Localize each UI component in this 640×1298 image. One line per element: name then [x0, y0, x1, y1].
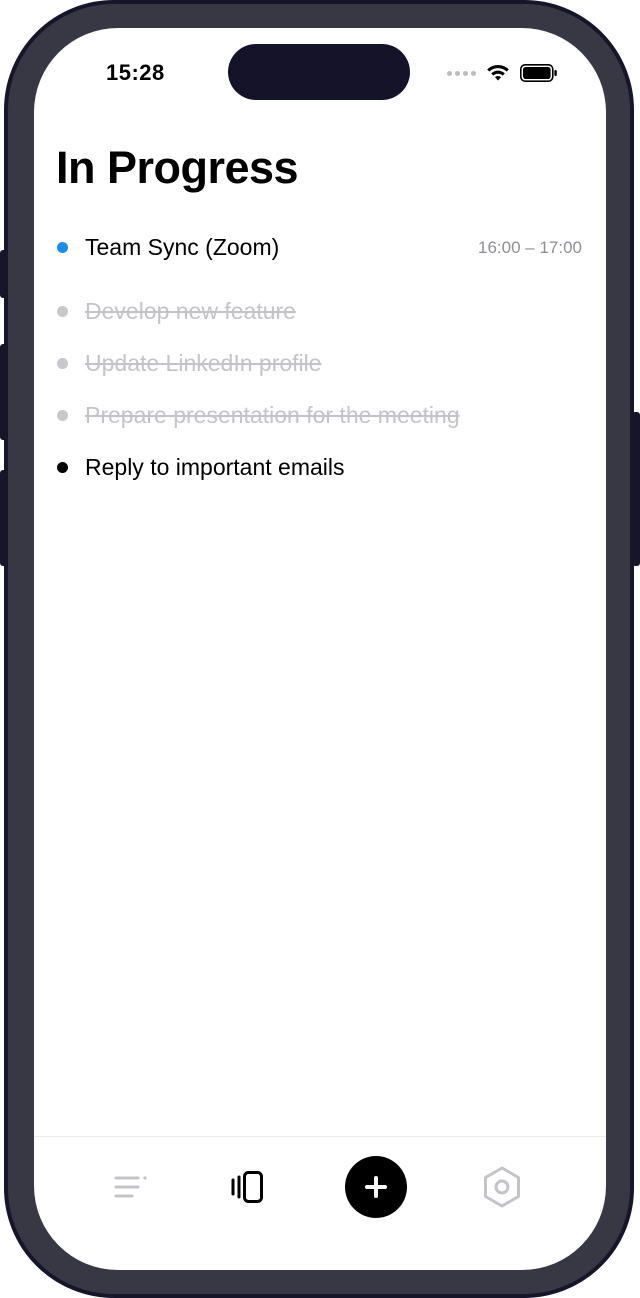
completed-dot	[57, 306, 68, 317]
task-time-range: 16:00 – 17:00	[478, 238, 582, 257]
cellular-signal-icon	[447, 70, 476, 76]
task-label: Team Sync (Zoom)	[85, 234, 280, 260]
add-icon	[365, 1176, 387, 1198]
task-item-develop-feature[interactable]: Develop new feature	[34, 288, 606, 340]
volume-down-button	[0, 470, 8, 566]
tab-add[interactable]	[344, 1155, 408, 1219]
task-item-update-linkedin[interactable]: Update LinkedIn profile	[34, 340, 606, 392]
wifi-icon	[487, 65, 509, 81]
status-time: 15:28	[106, 60, 165, 85]
task-label: Prepare presentation for the meeting	[85, 402, 460, 428]
completed-dot	[57, 410, 68, 421]
task-item-prepare-presentation[interactable]: Prepare presentation for the meeting	[34, 392, 606, 444]
event-dot	[57, 242, 68, 253]
active-dot	[57, 462, 68, 473]
task-label: Reply to important emails	[85, 454, 345, 480]
add-button[interactable]	[345, 1156, 407, 1218]
task-item-team-sync[interactable]: Team Sync (Zoom) 16:00 – 17:00	[34, 224, 606, 288]
tab-list[interactable]	[100, 1155, 164, 1219]
dynamic-island	[228, 44, 410, 100]
task-list: Team Sync (Zoom) 16:00 – 17:00 Develop n…	[34, 224, 606, 496]
tab-bar	[34, 1136, 606, 1270]
cards-icon	[231, 1171, 263, 1203]
power-button	[632, 412, 640, 566]
settings-hexagon-icon	[484, 1166, 520, 1208]
completed-dot	[57, 358, 68, 369]
tab-cards[interactable]	[216, 1155, 280, 1219]
battery-icon	[520, 64, 557, 82]
action-button	[0, 250, 8, 298]
task-label: Update LinkedIn profile	[85, 350, 322, 376]
status-indicators	[447, 64, 558, 82]
page-title: In Progress	[56, 142, 299, 193]
tab-settings[interactable]	[470, 1155, 534, 1219]
volume-up-button	[0, 344, 8, 440]
screen: 15:28 In Progress Team Sync (Zoom) 16:00…	[34, 28, 606, 1270]
task-label: Develop new feature	[85, 298, 296, 324]
task-item-reply-emails[interactable]: Reply to important emails	[34, 444, 606, 496]
list-icon	[114, 1176, 147, 1198]
